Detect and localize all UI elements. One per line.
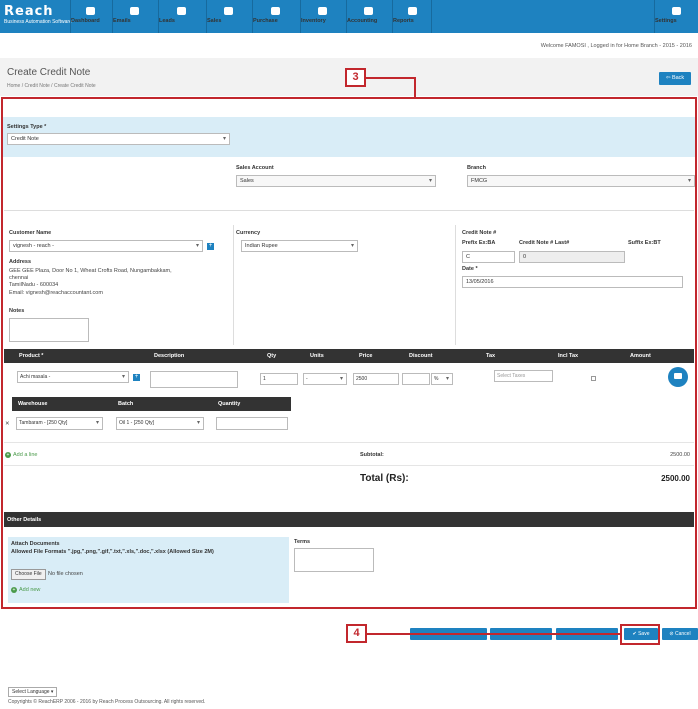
brand-name: Reach bbox=[4, 4, 54, 19]
annotation-box-form bbox=[1, 97, 697, 609]
nav-settings[interactable]: Settings bbox=[654, 0, 698, 33]
leads-icon bbox=[177, 7, 186, 15]
mail-icon bbox=[130, 7, 139, 15]
copyright-text: Copyrights © ReachERP 2006 - 2016 by Rea… bbox=[8, 699, 206, 705]
brand-tagline: Business Automation Software bbox=[4, 19, 72, 25]
nav-reports[interactable]: Reports bbox=[392, 0, 432, 33]
nav-inventory[interactable]: Inventory bbox=[300, 0, 344, 33]
dashboard-icon bbox=[86, 7, 95, 15]
welcome-text: Welcome FAMOSI , Logged in for Home Bran… bbox=[540, 43, 692, 49]
annotation-line bbox=[366, 633, 620, 635]
reports-icon bbox=[407, 7, 417, 15]
nav-purchase[interactable]: Purchase bbox=[252, 0, 298, 33]
back-button[interactable]: ⇦ Back bbox=[659, 72, 691, 85]
calculator-icon bbox=[364, 7, 373, 15]
page-title: Create Credit Note bbox=[7, 67, 91, 78]
gear-icon bbox=[672, 7, 681, 15]
inventory-icon bbox=[318, 7, 327, 15]
nav-emails[interactable]: Emails bbox=[112, 0, 156, 33]
nav-accounting[interactable]: Accounting bbox=[346, 0, 390, 33]
cancel-button[interactable]: ⊘ Cancel bbox=[662, 628, 698, 640]
nav-dashboard[interactable]: Dashboard bbox=[70, 0, 110, 33]
breadcrumb: Home / Credit Note / Create Credit Note bbox=[7, 83, 96, 89]
annotation-callout-4: 4 bbox=[346, 624, 367, 643]
nav-leads[interactable]: Leads bbox=[158, 0, 204, 33]
top-navbar: Reach Business Automation Software Dashb… bbox=[0, 0, 698, 33]
nav-sales[interactable]: Sales bbox=[206, 0, 250, 33]
language-select[interactable]: Select Language ▾ bbox=[8, 687, 58, 697]
annotation-line bbox=[366, 77, 416, 79]
purchase-icon bbox=[271, 7, 280, 15]
brand-logo[interactable]: Reach Business Automation Software bbox=[4, 4, 72, 25]
annotation-box-save bbox=[620, 624, 660, 645]
annotation-callout-3: 3 bbox=[345, 68, 366, 87]
annotation-line bbox=[414, 77, 416, 97]
cart-icon bbox=[224, 7, 233, 15]
